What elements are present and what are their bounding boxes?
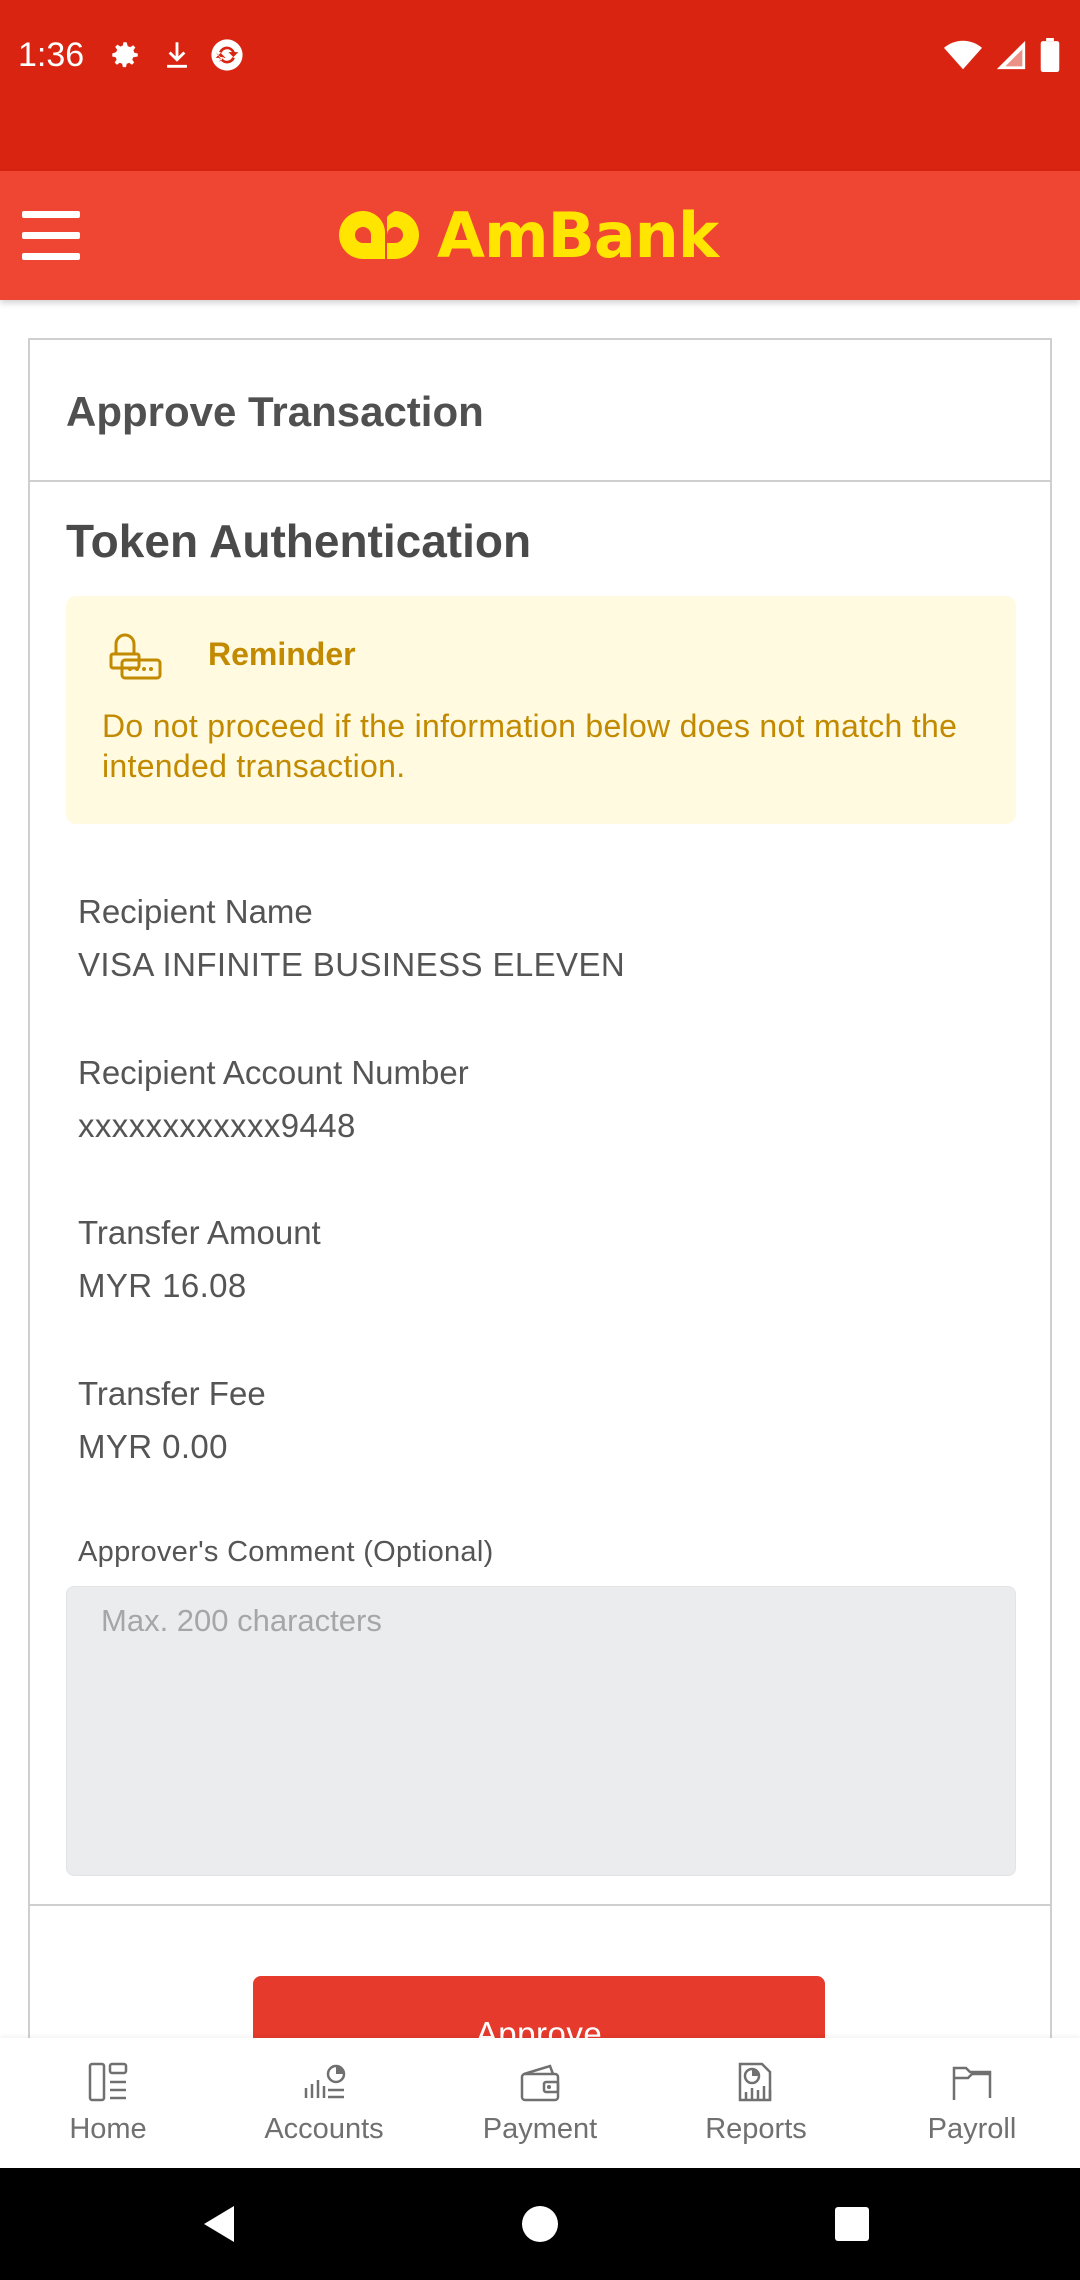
status-right (944, 38, 1060, 72)
bottom-nav: Home Accounts Payment Reports Payroll (0, 2038, 1080, 2168)
ambank-logo-icon (339, 210, 419, 259)
field-label: Transfer Fee (78, 1375, 266, 1412)
reports-icon (738, 2062, 772, 2102)
nav-label: Reports (705, 2113, 807, 2145)
nav-label: Payroll (927, 2113, 1017, 2145)
token-lock-icon (109, 633, 162, 680)
section-title: Token Authentication (66, 515, 532, 567)
system-nav-bar (0, 2168, 1080, 2280)
signal-icon (996, 40, 1026, 70)
nav-item-reports[interactable]: Reports (648, 2038, 864, 2168)
download-icon (167, 42, 187, 68)
nav-item-accounts[interactable]: Accounts (216, 2038, 432, 2168)
sync-icon (211, 39, 243, 71)
home-circle-icon[interactable] (514, 2198, 566, 2250)
nav-label: Accounts (264, 2113, 384, 2145)
battery-icon (1040, 38, 1060, 72)
field-value: MYR 0.00 (78, 1428, 228, 1465)
divider (30, 1904, 1050, 1906)
home-icon (88, 2062, 128, 2102)
hamburger-menu-icon[interactable] (22, 211, 80, 261)
transfer-fee-field: Transfer Fee MYR 0.00 (78, 1374, 266, 1467)
nav-item-payroll[interactable]: Payroll (864, 2038, 1080, 2168)
nav-label: Home (69, 2113, 147, 2145)
transfer-amount-field: Transfer Amount MYR 16.08 (78, 1213, 321, 1306)
nav-item-payment[interactable]: Payment (432, 2038, 648, 2168)
field-value: VISA INFINITE BUSINESS ELEVEN (78, 946, 626, 983)
brand-logo: AmBank (333, 197, 719, 273)
field-value: xxxxxxxxxxxx9448 (78, 1107, 356, 1144)
approve-transaction-card: Approve Transaction Token Authentication… (28, 338, 1052, 2038)
reminder-text: Do not proceed if the information below … (102, 708, 958, 784)
brand-name: AmBank (437, 198, 719, 272)
recents-icon[interactable] (826, 2198, 878, 2250)
field-label: Recipient Name (78, 893, 313, 930)
status-bar: 1:36 (0, 0, 1080, 171)
app-header: AmBank (0, 171, 1080, 300)
wifi-icon (944, 40, 982, 70)
field-value: MYR 16.08 (78, 1267, 247, 1304)
nav-item-home[interactable]: Home (0, 2038, 216, 2168)
field-label: Transfer Amount (78, 1214, 321, 1251)
accounts-icon (304, 2064, 346, 2099)
divider (30, 480, 1050, 482)
back-icon[interactable] (196, 2198, 248, 2250)
gear-icon (112, 42, 138, 68)
recipient-account-field: Recipient Account Number xxxxxxxxxxxx944… (78, 1053, 469, 1146)
reminder-box: Reminder Do not proceed if the informati… (66, 596, 1016, 824)
nav-label: Payment (482, 2113, 598, 2145)
reminder-title: Reminder (208, 636, 356, 672)
comment-label: Approver's Comment (Optional) (78, 1536, 494, 1568)
recipient-name-field: Recipient Name VISA INFINITE BUSINESS EL… (78, 892, 625, 985)
page-title: Approve Transaction (66, 388, 484, 435)
wallet-icon (520, 2064, 560, 2102)
status-time: 1:36 (18, 36, 85, 74)
comment-input[interactable] (66, 1586, 1016, 1876)
field-label: Recipient Account Number (78, 1054, 469, 1091)
payroll-icon (952, 2066, 992, 2100)
